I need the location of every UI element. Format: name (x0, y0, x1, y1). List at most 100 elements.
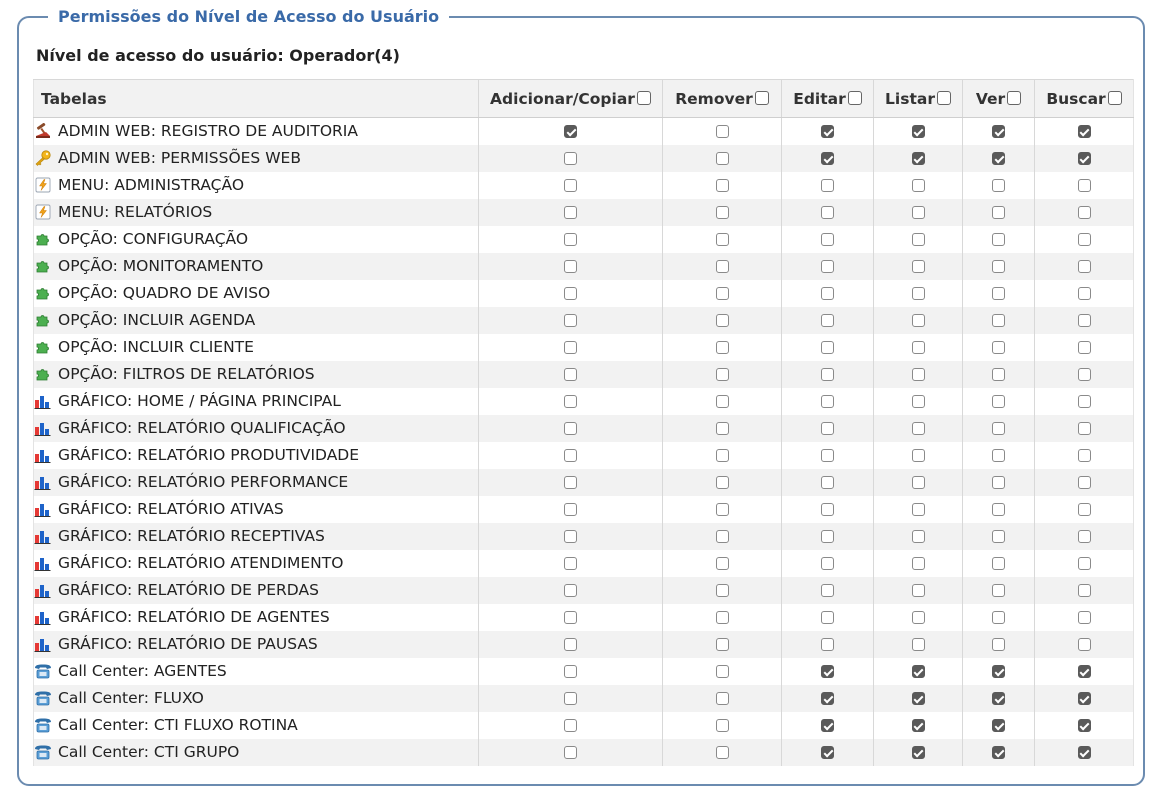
remove-checkbox[interactable] (715, 314, 729, 327)
add-copy-checkbox[interactable] (564, 449, 577, 462)
select-all-search-checkbox[interactable] (1107, 90, 1122, 105)
remove-checkbox[interactable] (715, 746, 729, 759)
list-checkbox[interactable] (911, 125, 925, 139)
view-checkbox[interactable] (992, 719, 1005, 732)
list-checkbox[interactable] (911, 314, 925, 327)
view-checkbox[interactable] (992, 449, 1005, 462)
edit-checkbox[interactable] (821, 530, 834, 543)
view-checkbox[interactable] (992, 530, 1005, 543)
view-checkbox[interactable] (992, 476, 1005, 489)
remove-checkbox[interactable] (715, 287, 729, 300)
edit-checkbox[interactable] (821, 665, 834, 678)
list-checkbox[interactable] (911, 719, 925, 732)
add-copy-checkbox[interactable] (564, 557, 577, 570)
edit-checkbox[interactable] (821, 692, 834, 705)
view-checkbox[interactable] (992, 638, 1005, 651)
list-checkbox[interactable] (911, 611, 925, 624)
list-checkbox[interactable] (911, 557, 925, 570)
search-checkbox[interactable] (1077, 233, 1091, 246)
search-checkbox[interactable] (1077, 611, 1091, 624)
list-checkbox[interactable] (911, 530, 925, 543)
remove-checkbox[interactable] (715, 233, 729, 246)
search-checkbox[interactable] (1077, 287, 1091, 300)
view-checkbox[interactable] (992, 341, 1005, 354)
add-copy-checkbox[interactable] (564, 584, 577, 597)
search-checkbox[interactable] (1077, 557, 1091, 570)
view-checkbox[interactable] (992, 260, 1005, 273)
remove-checkbox[interactable] (715, 206, 729, 219)
remove-checkbox[interactable] (715, 530, 729, 543)
select-all-view-checkbox[interactable] (1007, 90, 1022, 105)
search-checkbox[interactable] (1077, 665, 1091, 678)
edit-checkbox[interactable] (821, 719, 834, 732)
edit-checkbox[interactable] (821, 557, 834, 570)
view-checkbox[interactable] (992, 206, 1005, 219)
edit-checkbox[interactable] (821, 314, 834, 327)
view-checkbox[interactable] (992, 125, 1005, 139)
add-copy-checkbox[interactable] (564, 206, 577, 219)
list-checkbox[interactable] (911, 395, 925, 408)
search-checkbox[interactable] (1077, 206, 1091, 219)
edit-checkbox[interactable] (821, 287, 834, 300)
select-all-edit-checkbox[interactable] (847, 90, 862, 105)
view-checkbox[interactable] (992, 422, 1005, 435)
search-checkbox[interactable] (1077, 341, 1091, 354)
add-copy-checkbox[interactable] (564, 638, 577, 651)
add-copy-checkbox[interactable] (564, 314, 577, 327)
list-checkbox[interactable] (911, 638, 925, 651)
add-copy-checkbox[interactable] (564, 125, 577, 139)
edit-checkbox[interactable] (821, 476, 834, 489)
list-checkbox[interactable] (911, 449, 925, 462)
view-checkbox[interactable] (992, 503, 1005, 516)
remove-checkbox[interactable] (715, 125, 729, 139)
edit-checkbox[interactable] (821, 179, 834, 192)
view-checkbox[interactable] (992, 692, 1005, 705)
list-checkbox[interactable] (911, 179, 925, 192)
list-checkbox[interactable] (911, 260, 925, 273)
search-checkbox[interactable] (1077, 503, 1091, 516)
search-checkbox[interactable] (1077, 368, 1091, 381)
remove-checkbox[interactable] (715, 395, 729, 408)
edit-checkbox[interactable] (821, 152, 834, 165)
edit-checkbox[interactable] (821, 746, 834, 759)
remove-checkbox[interactable] (715, 584, 729, 597)
add-copy-checkbox[interactable] (564, 233, 577, 246)
edit-checkbox[interactable] (821, 260, 834, 273)
search-checkbox[interactable] (1077, 260, 1091, 273)
edit-checkbox[interactable] (821, 422, 834, 435)
add-copy-checkbox[interactable] (564, 665, 577, 678)
edit-checkbox[interactable] (821, 125, 834, 139)
list-checkbox[interactable] (911, 692, 925, 705)
view-checkbox[interactable] (992, 152, 1005, 165)
view-checkbox[interactable] (992, 314, 1005, 327)
view-checkbox[interactable] (992, 611, 1005, 624)
search-checkbox[interactable] (1077, 449, 1091, 462)
add-copy-checkbox[interactable] (564, 287, 577, 300)
list-checkbox[interactable] (911, 287, 925, 300)
search-checkbox[interactable] (1077, 152, 1091, 165)
list-checkbox[interactable] (911, 233, 925, 246)
search-checkbox[interactable] (1077, 719, 1091, 732)
view-checkbox[interactable] (992, 557, 1005, 570)
edit-checkbox[interactable] (821, 395, 834, 408)
add-copy-checkbox[interactable] (564, 476, 577, 489)
add-copy-checkbox[interactable] (564, 260, 577, 273)
add-copy-checkbox[interactable] (564, 368, 577, 381)
search-checkbox[interactable] (1077, 422, 1091, 435)
view-checkbox[interactable] (992, 368, 1005, 381)
edit-checkbox[interactable] (821, 638, 834, 651)
remove-checkbox[interactable] (715, 368, 729, 381)
add-copy-checkbox[interactable] (564, 395, 577, 408)
edit-checkbox[interactable] (821, 449, 834, 462)
edit-checkbox[interactable] (821, 503, 834, 516)
select-all-remove-checkbox[interactable] (754, 90, 769, 105)
list-checkbox[interactable] (911, 584, 925, 597)
remove-checkbox[interactable] (715, 476, 729, 489)
select-all-add-copy-checkbox[interactable] (636, 90, 651, 105)
edit-checkbox[interactable] (821, 368, 834, 381)
search-checkbox[interactable] (1077, 314, 1091, 327)
remove-checkbox[interactable] (715, 152, 729, 165)
edit-checkbox[interactable] (821, 233, 834, 246)
remove-checkbox[interactable] (715, 638, 729, 651)
view-checkbox[interactable] (992, 179, 1005, 192)
